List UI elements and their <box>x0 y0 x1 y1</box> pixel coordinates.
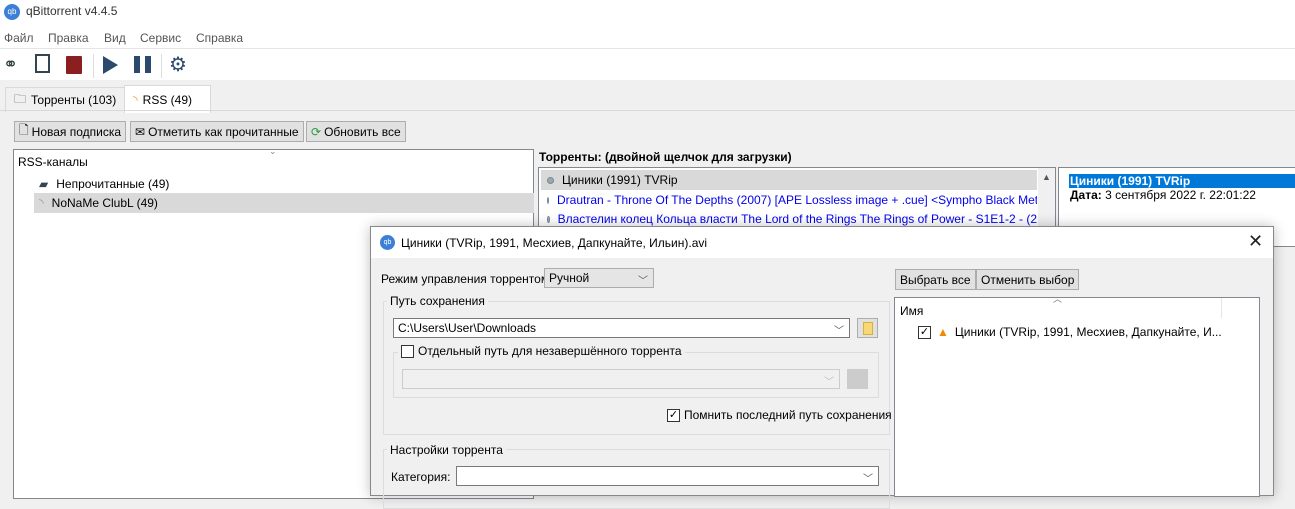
divider <box>0 48 1295 49</box>
torrent-title: Властелин колец Кольца власти The Lord o… <box>557 212 1037 226</box>
torrent-title: Drautran - Throne Of The Depths (2007) [… <box>557 193 1037 207</box>
item-bullet-icon <box>547 215 550 223</box>
separate-path-checkbox[interactable]: Отдельный путь для незавершённого торрен… <box>398 344 685 358</box>
checkbox[interactable] <box>401 344 414 358</box>
deselect-button[interactable]: Отменить выбор <box>976 269 1080 290</box>
feed-label: NoNaMe ClubL (49) <box>51 196 158 210</box>
torrents-header: Торренты: (двойной щелчок для загрузки) <box>539 150 792 164</box>
article-title: Циники (1991) TVRip <box>1069 174 1295 188</box>
checkbox-label: Помнить последний путь сохранения <box>684 408 892 422</box>
menu-file[interactable]: Файл <box>4 31 34 45</box>
menu-help[interactable]: Справка <box>196 31 243 45</box>
close-icon[interactable]: ✕ <box>1248 231 1263 252</box>
button-label: Отметить как прочитанные <box>148 124 299 139</box>
rss-icon: ◝ <box>39 196 44 210</box>
feed-item-noname-club[interactable]: ◝ NoNaMe ClubL (49) <box>34 193 534 213</box>
save-path-value: C:\Users\User\Downloads <box>398 321 537 335</box>
date-value: 3 сентября 2022 г. 22:01:22 <box>1101 188 1256 202</box>
add-torrent-file-icon[interactable] <box>35 54 50 73</box>
browse-folder-button[interactable] <box>857 318 878 338</box>
select-all-button[interactable]: Выбрать все <box>895 269 976 290</box>
button-label: Новая подписка <box>31 124 122 139</box>
resume-icon[interactable] <box>103 56 118 74</box>
rss-icon: ◝ <box>133 92 138 107</box>
tab-label: Торренты (103) <box>31 93 117 107</box>
mode-label: Режим управления торрентом: <box>381 272 553 286</box>
tab-label: RSS (49) <box>142 92 193 107</box>
update-all-button[interactable]: ⟳ Обновить все <box>306 121 406 142</box>
folder-icon <box>863 322 873 335</box>
torrents-icon: 🗀 <box>14 91 27 106</box>
mail-check-icon: ✉ <box>135 124 146 139</box>
feed-label: Непрочитанные (49) <box>56 177 170 191</box>
item-bullet-icon <box>547 176 554 184</box>
toolbar-separator <box>93 54 94 78</box>
button-label: Обновить все <box>324 124 401 139</box>
menu-tools[interactable]: Сервис <box>140 31 181 45</box>
item-bullet-icon <box>547 196 549 204</box>
torrent-title: Циники (1991) TVRip <box>562 173 678 187</box>
chevron-down-icon: ﹀ <box>638 276 648 287</box>
tab-border <box>0 110 1295 111</box>
refresh-icon: ⟳ <box>311 124 322 139</box>
file-row[interactable]: ✓ ▲ Циники (TVRip, 1991, Месхиев, Дапкунай… <box>918 322 1222 342</box>
sort-indicator-icon: ︿ <box>1053 294 1063 304</box>
feeds-header: RSS-каналы <box>18 155 88 169</box>
chevron-down-icon: ﹀ <box>834 326 844 337</box>
category-label: Категория: <box>391 470 451 484</box>
menu-view[interactable]: Вид <box>104 31 126 45</box>
feed-item-unread[interactable]: ▰ Непрочитанные (49) <box>34 174 534 194</box>
sort-indicator-icon: ⌄ <box>269 146 277 156</box>
settings-gear-icon[interactable]: ⚙ <box>169 52 187 77</box>
save-path-input[interactable]: C:\Users\User\Downloads ﹀ <box>393 318 850 338</box>
remember-path-checkbox[interactable]: ✓ Помнить последний путь сохранения <box>667 408 892 422</box>
button-label: Выбрать все <box>900 272 971 287</box>
button-label: Отменить выбор <box>981 272 1075 287</box>
torrent-item[interactable]: Drautran - Throne Of The Depths (2007) [… <box>541 190 1037 210</box>
new-file-icon: 🗋 <box>19 123 29 137</box>
tab-torrents[interactable]: 🗀 Торренты (103) <box>5 87 126 112</box>
checkbox-checked[interactable]: ✓ <box>667 408 680 422</box>
inbox-icon: ▰ <box>39 177 49 191</box>
add-link-icon[interactable]: ⚭ <box>3 54 18 75</box>
date-label: Дата: <box>1070 188 1102 202</box>
dialog-title: Циники (TVRip, 1991, Месхиев, Дапкунайте… <box>401 236 708 250</box>
chevron-down-icon: ﹀ <box>824 377 834 388</box>
window-title: qBittorrent v4.4.5 <box>26 4 118 18</box>
file-name: Циники (TVRip, 1991, Месхиев, Дапкунайте… <box>954 325 1222 339</box>
new-subscription-button[interactable]: 🗋 Новая подписка <box>14 121 127 142</box>
app-logo-icon: qb <box>380 235 395 250</box>
title-bar <box>0 0 1295 80</box>
chevron-down-icon: ﹀ <box>863 474 873 485</box>
mode-select[interactable]: Ручной ﹀ <box>544 268 654 288</box>
pause-icon[interactable] <box>134 56 151 73</box>
checkbox-label: Отдельный путь для незавершённого торрен… <box>418 344 682 358</box>
menu-edit[interactable]: Правка <box>48 31 89 45</box>
torrent-item[interactable]: Циники (1991) TVRip <box>541 170 1037 190</box>
file-checkbox[interactable]: ✓ <box>918 325 931 339</box>
files-tree[interactable]: ︿ Имя ✓ ▲ Циники (TVRip, 1991, Месхиев, Да… <box>894 294 1260 497</box>
browse-incomplete-button <box>847 369 868 389</box>
toolbar-separator <box>161 54 162 78</box>
tab-rss[interactable]: ◝ RSS (49) <box>124 85 211 113</box>
column-header-name[interactable]: Имя <box>900 304 923 318</box>
delete-icon[interactable] <box>66 56 82 74</box>
incomplete-path-input: ﹀ <box>402 369 840 389</box>
mark-read-button[interactable]: ✉ Отметить как прочитанные <box>130 121 304 142</box>
mode-value: Ручной <box>549 271 590 285</box>
dialog-title-bar: qb Циники (TVRip, 1991, Месхиев, Дапкуна… <box>371 227 1273 258</box>
app-logo-icon: qb <box>4 4 20 20</box>
header-divider <box>1221 298 1222 318</box>
torrent-settings-group-label: Настройки торрента <box>387 443 506 457</box>
save-path-group-label: Путь сохранения <box>387 294 488 308</box>
category-select[interactable]: ﹀ <box>456 466 879 486</box>
vlc-cone-icon: ▲ <box>937 325 949 339</box>
